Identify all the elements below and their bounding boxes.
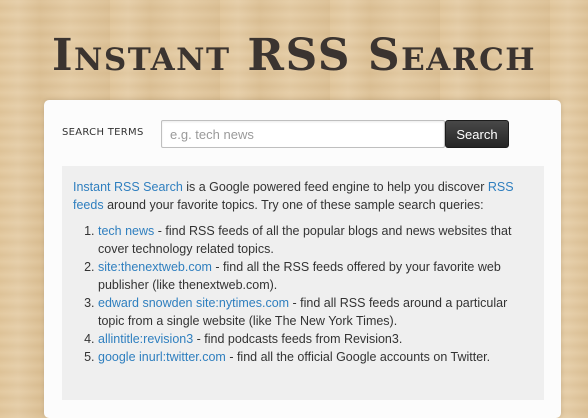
info-box: Instant RSS Search is a Google powered f… — [62, 166, 544, 400]
instant-rss-search-link[interactable]: Instant RSS Search — [73, 180, 183, 194]
intro-text: Instant RSS Search is a Google powered f… — [73, 178, 533, 214]
search-panel: SEARCH TERMS Search Instant RSS Search i… — [44, 100, 561, 418]
sample-query-description: - find all the official Google accounts … — [225, 350, 491, 364]
sample-query-description: - find RSS feeds of all the popular blog… — [98, 224, 512, 256]
intro-text-part1: is a Google powered feed engine to help … — [182, 180, 488, 194]
intro-text-part2: around your favorite topics. Try one of … — [103, 198, 484, 212]
list-item: google inurl:twitter.com - find all the … — [98, 348, 533, 366]
sample-queries-list: tech news - find RSS feeds of all the po… — [73, 222, 533, 366]
list-item: tech news - find RSS feeds of all the po… — [98, 222, 533, 258]
sample-query-link[interactable]: allintitle:revision3 — [98, 332, 193, 346]
search-terms-label: SEARCH TERMS — [62, 127, 144, 138]
search-input[interactable] — [161, 120, 445, 148]
list-item: allintitle:revision3 - find podcasts fee… — [98, 330, 533, 348]
list-item: edward snowden site:nytimes.com - find a… — [98, 294, 533, 330]
sample-query-link[interactable]: google inurl:twitter.com — [98, 350, 226, 364]
sample-query-link[interactable]: site:thenextweb.com — [98, 260, 212, 274]
search-form: SEARCH TERMS Search — [44, 120, 561, 148]
sample-query-link[interactable]: edward snowden site:nytimes.com — [98, 296, 289, 310]
list-item: site:thenextweb.com - find all the RSS f… — [98, 258, 533, 294]
sample-query-link[interactable]: tech news — [98, 224, 154, 238]
sample-query-description: - find podcasts feeds from Revision3. — [193, 332, 403, 346]
page-title: Instant RSS Search — [51, 30, 537, 81]
search-button[interactable]: Search — [445, 120, 509, 148]
